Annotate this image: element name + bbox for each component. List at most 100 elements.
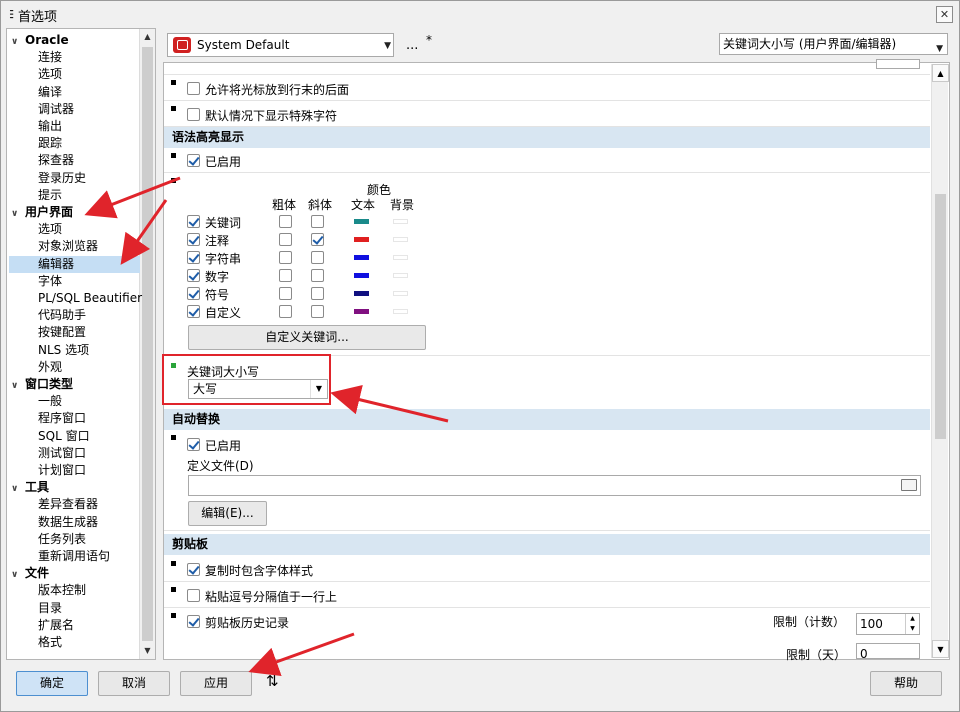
chevron-down-icon[interactable]: ▼ [936, 39, 943, 59]
tree-item[interactable]: PL/SQL Beautifier [38, 290, 142, 307]
syntax-item-checkbox[interactable] [187, 215, 200, 228]
bold-checkbox[interactable] [279, 269, 292, 282]
bg-color-swatch[interactable] [393, 219, 408, 224]
bg-color-swatch[interactable] [393, 309, 408, 314]
tree-item[interactable]: 按键配置 [38, 324, 86, 341]
sort-arrows-icon[interactable]: ⇅ [266, 672, 279, 690]
tree-item[interactable]: 连接 [38, 49, 62, 66]
scheme-select[interactable]: System Default ▼ [167, 33, 394, 57]
scroll-thumb[interactable] [935, 194, 946, 439]
chevron-down-icon[interactable]: ▼ [384, 41, 391, 51]
category-tree[interactable]: ▲ ▼ ∨ Oracle 连接 选项 编译 调试器 输出 跟踪 探查器 登录历史 提示 ∨ 用户界面 选项… [6, 28, 156, 660]
scroll-down-icon[interactable]: ▼ [932, 640, 949, 658]
syntax-item-checkbox[interactable] [187, 251, 200, 264]
panel-scrollbar[interactable]: ▲ ▼ [931, 64, 949, 658]
text-color-swatch[interactable] [354, 273, 369, 278]
syntax-enabled-checkbox[interactable] [187, 154, 200, 167]
def-file-input[interactable] [188, 475, 921, 496]
tree-item[interactable]: NLS 选项 [38, 342, 89, 359]
tree-item[interactable]: 选项 [38, 221, 62, 238]
spin-down-icon[interactable]: ▼ [905, 624, 919, 634]
tree-item[interactable]: 代码助手 [38, 307, 86, 324]
tree-group[interactable]: ∨ 用户界面 [11, 204, 73, 221]
tree-group[interactable]: ∨ 工具 [11, 479, 49, 496]
spin-up-icon[interactable]: ▲ [905, 614, 919, 624]
italic-checkbox[interactable] [311, 269, 324, 282]
tree-item[interactable]: 跟踪 [38, 135, 62, 152]
bg-color-swatch[interactable] [393, 255, 408, 260]
autoreplace-enabled-checkbox[interactable] [187, 438, 200, 451]
tree-item[interactable]: 外观 [38, 359, 62, 376]
clip-copy-font-checkbox[interactable] [187, 563, 200, 576]
syntax-item-checkbox[interactable] [187, 305, 200, 318]
tree-scrollbar[interactable]: ▲ ▼ [139, 29, 155, 659]
bold-checkbox[interactable] [279, 287, 292, 300]
tree-item[interactable]: 计划窗口 [38, 462, 86, 479]
limit-days-spinner[interactable]: 0 [856, 643, 920, 659]
scroll-down-icon[interactable]: ▼ [140, 643, 155, 659]
chevron-down-icon[interactable]: ∨ [11, 34, 25, 51]
bg-color-swatch[interactable] [393, 291, 408, 296]
tree-item[interactable]: 调试器 [38, 101, 74, 118]
cursor-eol-checkbox[interactable] [187, 82, 200, 95]
text-color-swatch[interactable] [354, 255, 369, 260]
bold-checkbox[interactable] [279, 233, 292, 246]
tree-group[interactable]: ∨ 窗口类型 [11, 376, 73, 393]
tree-item[interactable]: 格式 [38, 634, 62, 651]
tree-item[interactable]: 重新调用语句 [38, 548, 110, 565]
italic-checkbox[interactable] [311, 251, 324, 264]
chevron-down-icon[interactable]: ∨ [11, 481, 25, 498]
tree-group[interactable]: ∨ Oracle [11, 32, 69, 49]
apply-button[interactable]: 应用 [180, 671, 252, 696]
tree-item[interactable]: 任务列表 [38, 531, 86, 548]
cancel-button[interactable]: 取消 [98, 671, 170, 696]
ok-button[interactable]: 确定 [16, 671, 88, 696]
clip-history-checkbox[interactable] [187, 615, 200, 628]
syntax-item-checkbox[interactable] [187, 233, 200, 246]
tree-item[interactable]: 编译 [38, 84, 62, 101]
custom-keywords-button[interactable]: 自定义关键词... [188, 325, 426, 350]
tree-item[interactable]: 数据生成器 [38, 514, 98, 531]
syntax-item-checkbox[interactable] [187, 269, 200, 282]
tree-item[interactable]: 扩展名 [38, 617, 74, 634]
clip-paste-comma-checkbox[interactable] [187, 589, 200, 602]
italic-checkbox[interactable] [311, 305, 324, 318]
tree-item[interactable]: 输出 [38, 118, 62, 135]
tree-item[interactable]: 提示 [38, 187, 62, 204]
tree-item[interactable]: 差异查看器 [38, 496, 98, 513]
scroll-up-icon[interactable]: ▲ [140, 29, 155, 45]
special-chars-checkbox[interactable] [187, 108, 200, 121]
tree-item[interactable]: 一般 [38, 393, 62, 410]
tree-group[interactable]: ∨ 文件 [11, 565, 49, 582]
tree-item[interactable]: 编辑器 [9, 255, 140, 273]
tree-item[interactable]: 版本控制 [38, 582, 86, 599]
italic-checkbox[interactable] [311, 287, 324, 300]
chevron-down-icon[interactable]: ∨ [11, 567, 25, 584]
tree-item[interactable]: 探查器 [38, 152, 74, 169]
scroll-thumb[interactable] [142, 47, 153, 641]
tree-item[interactable]: 字体 [38, 273, 62, 290]
bold-checkbox[interactable] [279, 215, 292, 228]
text-color-swatch[interactable] [354, 291, 369, 296]
tree-item[interactable]: 选项 [38, 66, 62, 83]
bg-color-swatch[interactable] [393, 237, 408, 242]
chevron-down-icon[interactable]: ∨ [11, 206, 25, 223]
tree-item[interactable]: 测试窗口 [38, 445, 86, 462]
scroll-up-icon[interactable]: ▲ [932, 64, 949, 82]
text-color-swatch[interactable] [354, 309, 369, 314]
close-button[interactable]: ✕ [936, 6, 953, 23]
limit-count-spinner[interactable]: 100 ▲ ▼ [856, 613, 920, 635]
chevron-down-icon[interactable]: ∨ [11, 378, 25, 395]
help-button[interactable]: 帮助 [870, 671, 942, 696]
tree-item[interactable]: 登录历史 [38, 170, 86, 187]
search-select[interactable]: 关键词大小写 (用户界面/编辑器) ▼ [719, 33, 948, 55]
text-color-swatch[interactable] [354, 237, 369, 242]
bg-color-swatch[interactable] [393, 273, 408, 278]
scheme-more-button[interactable]: ... [406, 38, 418, 53]
italic-checkbox[interactable] [311, 233, 324, 246]
tree-item[interactable]: 程序窗口 [38, 410, 86, 427]
text-color-swatch[interactable] [354, 219, 369, 224]
folder-icon[interactable] [901, 479, 917, 491]
tree-item[interactable]: SQL 窗口 [38, 428, 90, 445]
tree-item[interactable]: 目录 [38, 600, 62, 617]
